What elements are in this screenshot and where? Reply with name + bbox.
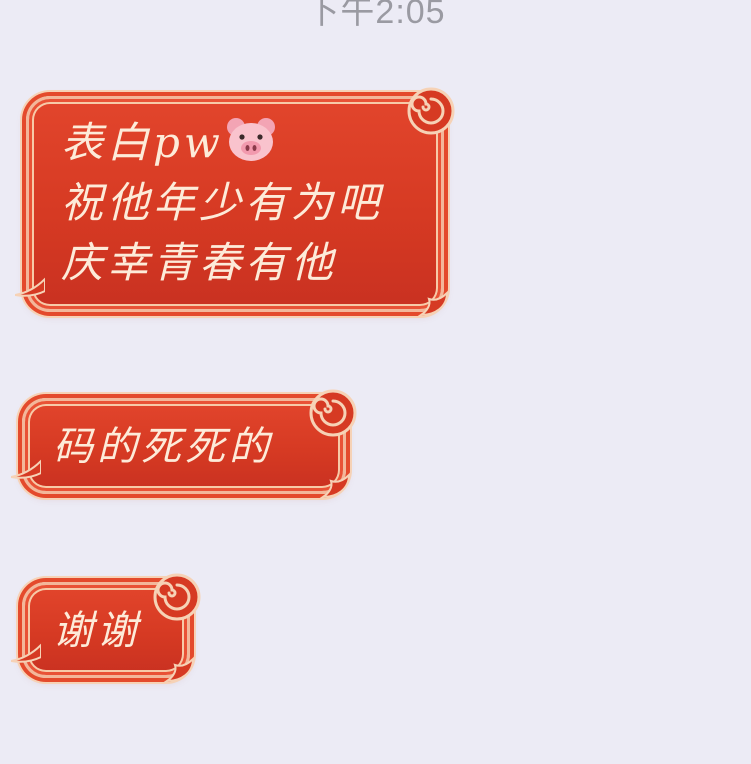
bubble-tail-icon (15, 277, 45, 297)
message-text: 码的死死的 (53, 424, 273, 470)
corner-scroll-ornament-icon (319, 472, 351, 499)
chat-view: 下午2:05 表白pw 祝他年少有为吧 庆幸青春有他 码的死死的 谢谢 (0, 0, 751, 764)
cloud-scroll-ornament-icon (153, 573, 201, 621)
message-text-part: 祝他年少有为吧 庆幸青春有他 (61, 178, 384, 287)
cloud-scroll-ornament-icon (309, 389, 357, 437)
bubble-tail-icon (11, 459, 41, 479)
message-timestamp: 下午2:05 (305, 0, 446, 31)
cloud-scroll-ornament-icon (407, 87, 455, 135)
incoming-message-bubble[interactable]: 表白pw 祝他年少有为吧 庆幸青春有他 (15, 87, 455, 317)
corner-scroll-ornament-icon (417, 290, 449, 317)
incoming-message-bubble[interactable]: 码的死死的 (11, 389, 357, 499)
bubble-tail-icon (11, 643, 41, 663)
message-text: 表白pw 祝他年少有为吧 庆幸青春有他 (61, 113, 441, 293)
message-text-part: 表白pw (61, 118, 224, 167)
corner-scroll-ornament-icon (163, 656, 195, 683)
incoming-message-bubble[interactable]: 谢谢 (11, 573, 201, 683)
pig-face-icon (226, 118, 275, 161)
